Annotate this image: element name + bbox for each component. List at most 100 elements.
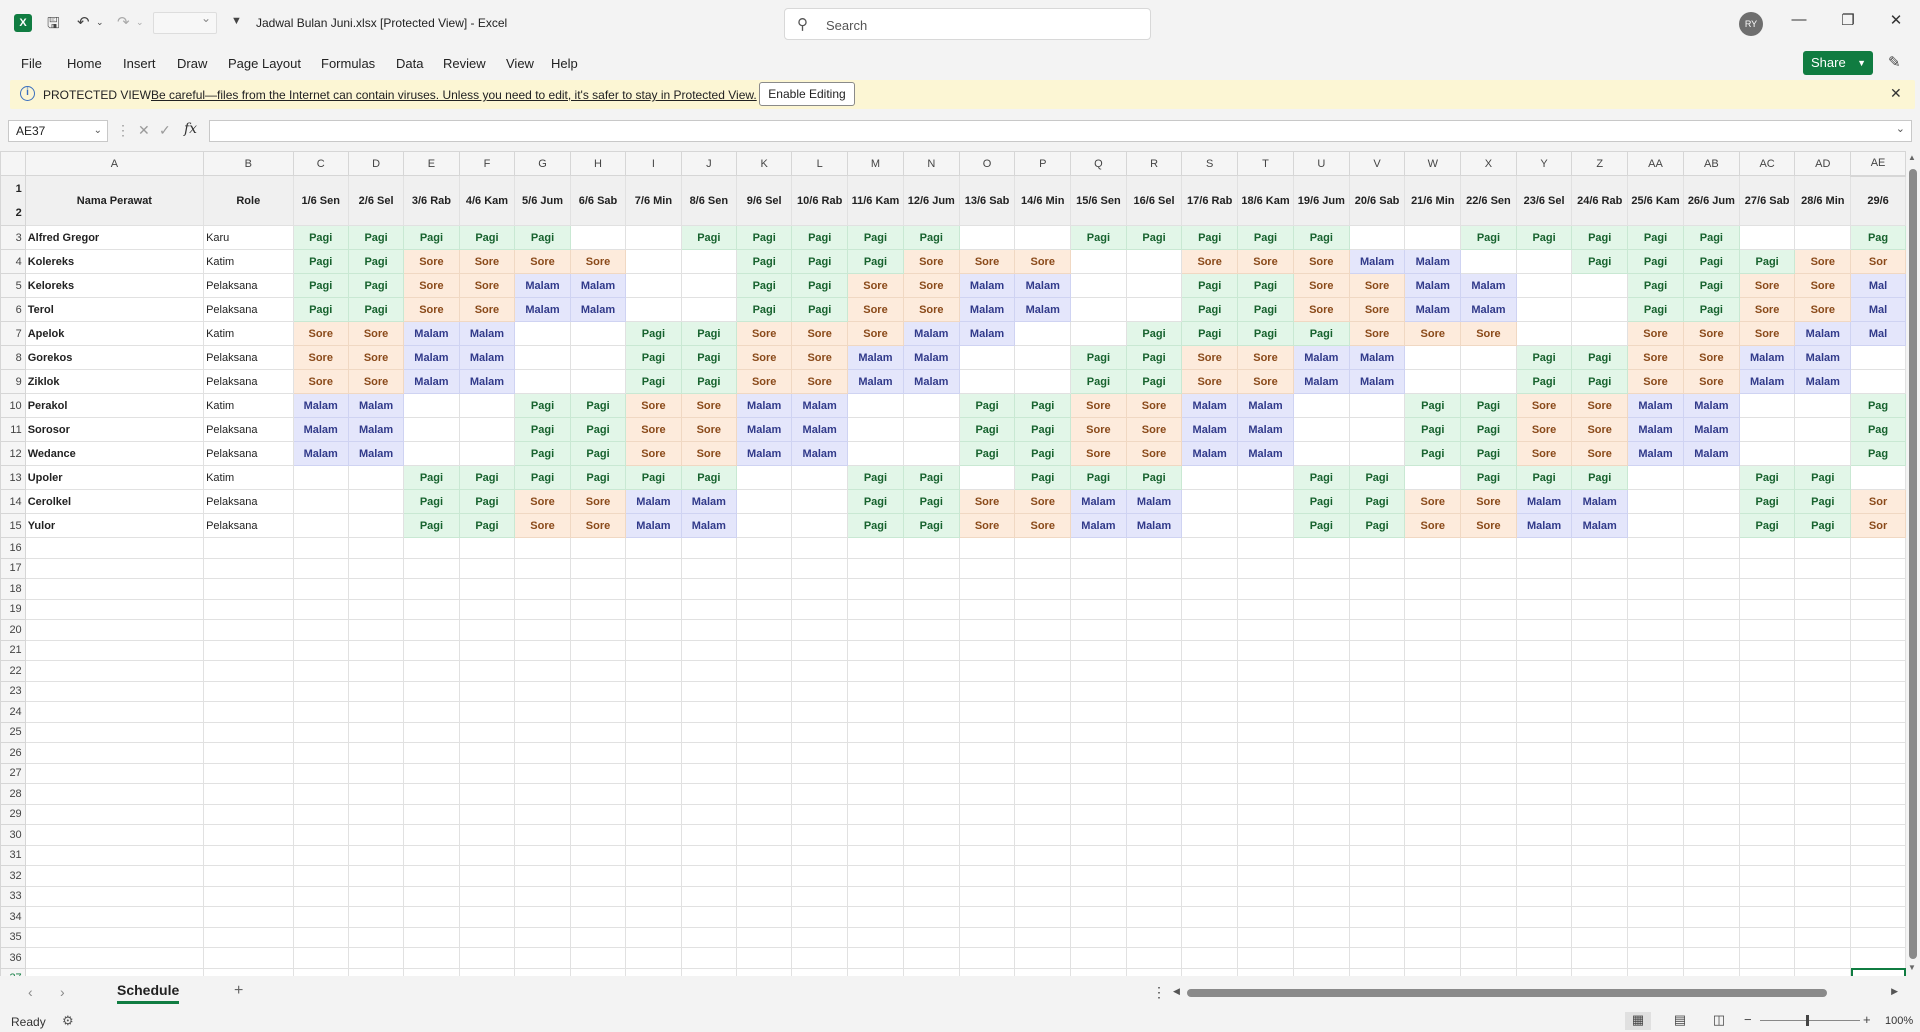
cell[interactable]	[1125, 680, 1183, 702]
cell-shift[interactable]	[1571, 321, 1629, 346]
cell-shift[interactable]	[1237, 465, 1294, 490]
cell-shift[interactable]: Pagi	[847, 465, 904, 490]
cell-shift[interactable]: Pagi	[1515, 465, 1573, 490]
menu-view[interactable]: View	[506, 56, 534, 71]
cell-shift[interactable]: Pag	[1850, 417, 1906, 442]
cell-shift[interactable]: Pagi	[1515, 369, 1573, 394]
cell[interactable]	[1460, 742, 1517, 764]
cell-shift[interactable]: Pagi	[1292, 489, 1350, 514]
cell-shift[interactable]	[1460, 249, 1517, 274]
cell[interactable]	[847, 537, 904, 559]
cell-shift[interactable]: Sore	[1070, 417, 1127, 442]
cell[interactable]	[736, 967, 793, 976]
header-cell-date[interactable]: 24/6 Rab	[1571, 175, 1629, 226]
cell[interactable]	[1404, 578, 1462, 600]
cell[interactable]	[24, 742, 205, 764]
cell-shift[interactable]: Malam	[347, 441, 405, 466]
cell-shift[interactable]: Pag	[1850, 393, 1906, 418]
cell-shift[interactable]: Pagi	[1070, 465, 1127, 490]
cell-shift[interactable]: Pagi	[1460, 225, 1517, 250]
cell[interactable]	[1682, 660, 1740, 682]
cell-shift[interactable]	[1125, 249, 1183, 274]
cell[interactable]	[1794, 619, 1852, 641]
cell[interactable]	[1738, 803, 1796, 825]
cell-shift[interactable]: Pagi	[1627, 249, 1684, 274]
cell-shift[interactable]	[1850, 369, 1906, 394]
cell[interactable]	[1070, 783, 1127, 805]
cell[interactable]	[569, 639, 627, 661]
cell[interactable]	[847, 824, 904, 846]
cell[interactable]	[1682, 578, 1740, 600]
cell[interactable]	[1571, 639, 1629, 661]
row-header[interactable]: 25	[0, 721, 26, 743]
cell[interactable]	[203, 721, 294, 743]
cell[interactable]	[203, 844, 294, 866]
share-button[interactable]: Share ▼	[1803, 51, 1873, 75]
column-header[interactable]: P	[1014, 151, 1072, 176]
cell[interactable]	[347, 844, 405, 866]
cell[interactable]	[1070, 701, 1127, 723]
column-header[interactable]: S	[1181, 151, 1239, 176]
cell[interactable]	[1348, 967, 1406, 976]
column-header[interactable]: C	[292, 151, 349, 176]
cell[interactable]	[1571, 557, 1629, 579]
cell-shift[interactable]: Pagi	[1125, 225, 1183, 250]
cell-shift[interactable]: Sor	[1850, 489, 1906, 514]
cell[interactable]	[1460, 660, 1517, 682]
cell[interactable]	[1125, 783, 1183, 805]
cell-shift[interactable]	[1292, 441, 1350, 466]
cell-shift[interactable]: Sore	[569, 489, 627, 514]
cell-shift[interactable]: Sore	[680, 393, 738, 418]
cell-shift[interactable]: Pagi	[736, 273, 793, 298]
cell[interactable]	[736, 906, 793, 928]
cell-shift[interactable]	[958, 225, 1016, 250]
formula-input[interactable]: ⌄	[209, 120, 1912, 142]
cell[interactable]	[958, 762, 1016, 784]
cell-shift[interactable]	[1125, 297, 1183, 322]
cell-shift[interactable]: Malam	[1125, 513, 1183, 538]
row-header[interactable]: 3	[0, 225, 26, 250]
cell-shift[interactable]: Malam	[680, 513, 738, 538]
cell-shift[interactable]: Malam	[1070, 489, 1127, 514]
cell[interactable]	[1237, 803, 1294, 825]
minimize-icon[interactable]: —	[1784, 11, 1814, 28]
header-cell-date[interactable]: 9/6 Sel	[736, 175, 793, 226]
cell[interactable]	[292, 947, 349, 969]
cell[interactable]	[1627, 639, 1684, 661]
cell[interactable]	[902, 844, 960, 866]
cell[interactable]	[1738, 639, 1796, 661]
cell[interactable]	[1348, 701, 1406, 723]
cell[interactable]	[1460, 537, 1517, 559]
cell[interactable]	[1794, 926, 1852, 948]
cell-shift[interactable]: Malam	[1682, 417, 1740, 442]
cell[interactable]	[736, 803, 793, 825]
row-header[interactable]: 24	[0, 701, 26, 723]
cell-shift[interactable]	[1515, 249, 1573, 274]
cell[interactable]	[1181, 762, 1239, 784]
cell[interactable]	[1627, 762, 1684, 784]
cell-shift[interactable]: Malam	[736, 441, 793, 466]
cell-shift[interactable]: Malam	[1237, 441, 1294, 466]
cell-shift[interactable]: Sore	[902, 273, 960, 298]
cell-shift[interactable]: Sore	[958, 249, 1016, 274]
cell[interactable]	[24, 537, 205, 559]
cell[interactable]	[791, 639, 849, 661]
row-header[interactable]: 4	[0, 249, 26, 274]
cell-shift[interactable]: Sore	[847, 273, 904, 298]
cell[interactable]	[958, 906, 1016, 928]
cell-shift[interactable]: Pagi	[1237, 297, 1294, 322]
cell[interactable]	[736, 639, 793, 661]
cell[interactable]	[1125, 742, 1183, 764]
row-header[interactable]: 35	[0, 926, 26, 948]
cell[interactable]	[1237, 762, 1294, 784]
cell-shift[interactable]: Pagi	[1070, 345, 1127, 370]
cell-shift[interactable]	[1181, 513, 1239, 538]
cell[interactable]	[958, 639, 1016, 661]
cell-shift[interactable]	[1348, 417, 1406, 442]
cell[interactable]	[1125, 885, 1183, 907]
cell[interactable]	[1515, 721, 1573, 743]
cell[interactable]	[347, 660, 405, 682]
cell[interactable]	[1794, 947, 1852, 969]
cell[interactable]	[958, 537, 1016, 559]
cell[interactable]	[514, 906, 571, 928]
